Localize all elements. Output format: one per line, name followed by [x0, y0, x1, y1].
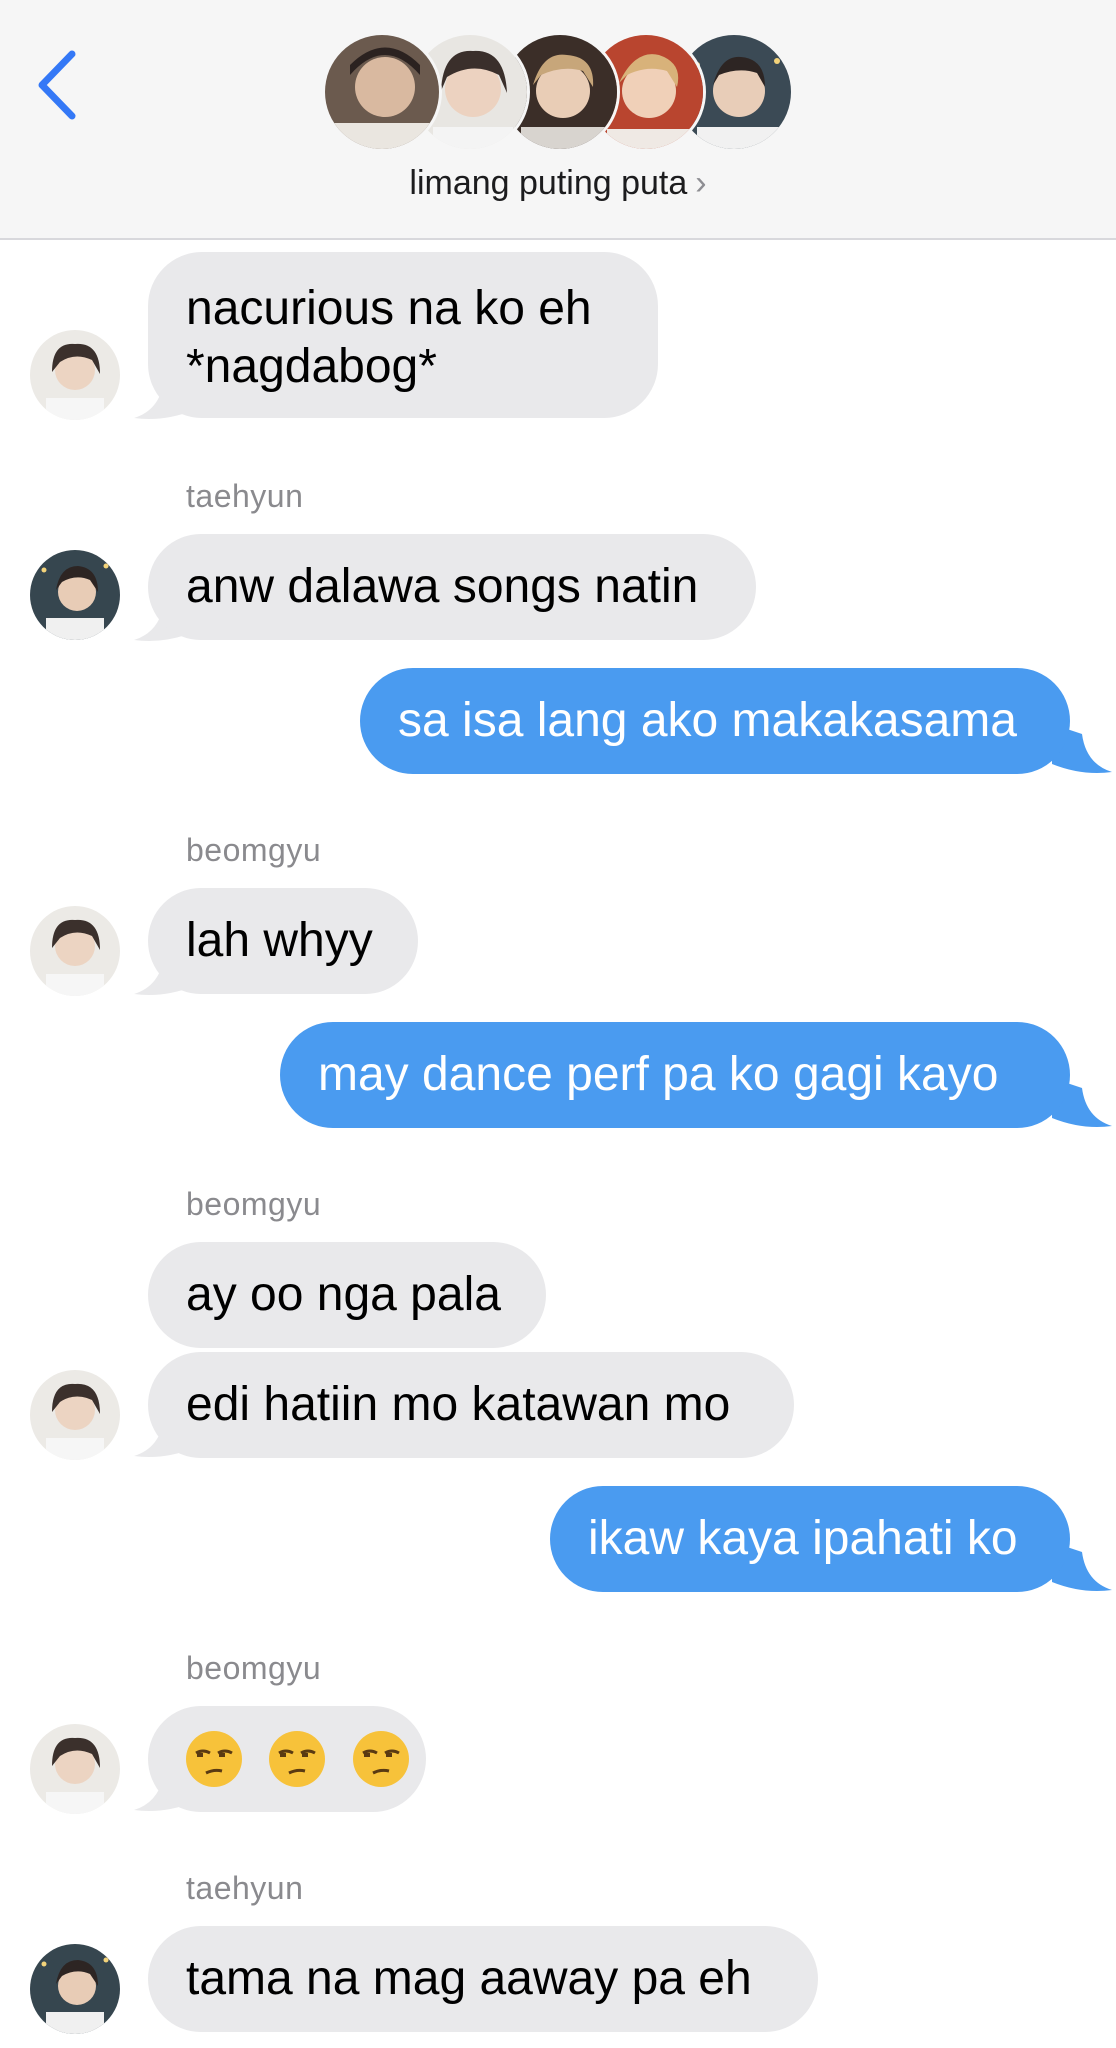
- avatar-beomgyu: [30, 1724, 120, 1814]
- sender-name: taehyun: [186, 1870, 304, 1906]
- avatar-beomgyu: [30, 906, 120, 996]
- message-bubble[interactable]: ikaw kaya ipahati ko: [550, 1486, 1070, 1592]
- avatar-taehyun: [30, 1944, 120, 2034]
- message-bubble[interactable]: may dance perf pa ko gagi kayo: [280, 1022, 1070, 1128]
- sender-name: taehyun: [186, 478, 304, 514]
- message-text-line: *nagdabog*: [186, 340, 437, 393]
- group-name-button[interactable]: limang puting puta ›: [0, 164, 1116, 203]
- sender-name: beomgyu: [186, 1650, 322, 1686]
- avatar-beomgyu: [30, 330, 120, 420]
- message-text: tama na mag aaway pa eh: [186, 1952, 752, 2005]
- message-text: lah whyy: [186, 914, 373, 967]
- message-bubble[interactable]: edi hatiin mo katawan mo: [148, 1352, 794, 1458]
- message-bubble[interactable]: sa isa lang ako makakasama: [360, 668, 1070, 774]
- message-bubble[interactable]: ay oo nga pala: [148, 1242, 546, 1348]
- message-text: sa isa lang ako makakasama: [398, 694, 1017, 747]
- message-text: ikaw kaya ipahati ko: [588, 1512, 1018, 1565]
- message-bubble[interactable]: anw dalawa songs natin: [148, 534, 756, 640]
- chevron-right-icon: ›: [695, 164, 707, 202]
- group-name-label: limang puting puta: [409, 164, 688, 202]
- message-text: may dance perf pa ko gagi kayo: [318, 1048, 999, 1101]
- message-bubble[interactable]: tama na mag aaway pa eh: [148, 1926, 818, 2032]
- member-avatar-1: [322, 32, 442, 152]
- avatar-beomgyu: [30, 1370, 120, 1460]
- back-button[interactable]: [28, 40, 88, 130]
- sender-name: beomgyu: [186, 1186, 322, 1222]
- sender-name: beomgyu: [186, 832, 322, 868]
- unamused-face-emoji: [269, 1731, 326, 1788]
- chevron-left-icon: [38, 50, 76, 120]
- message-text: ay oo nga pala: [186, 1268, 501, 1321]
- message-text-line: nacurious na ko eh: [186, 282, 592, 335]
- unamused-face-emoji: [186, 1731, 242, 1788]
- conversation-header: limang puting puta ›: [0, 0, 1116, 240]
- message-text: edi hatiin mo katawan mo: [186, 1378, 731, 1431]
- message-bubble[interactable]: [148, 1706, 426, 1812]
- unamused-face-emoji: [352, 1731, 409, 1788]
- message-bubble[interactable]: nacurious na ko eh *nagdabog*: [148, 252, 658, 418]
- avatar-taehyun: [30, 550, 120, 640]
- group-avatar-stack[interactable]: [322, 32, 794, 156]
- message-bubble[interactable]: lah whyy: [148, 888, 418, 994]
- message-text: anw dalawa songs natin: [186, 560, 699, 613]
